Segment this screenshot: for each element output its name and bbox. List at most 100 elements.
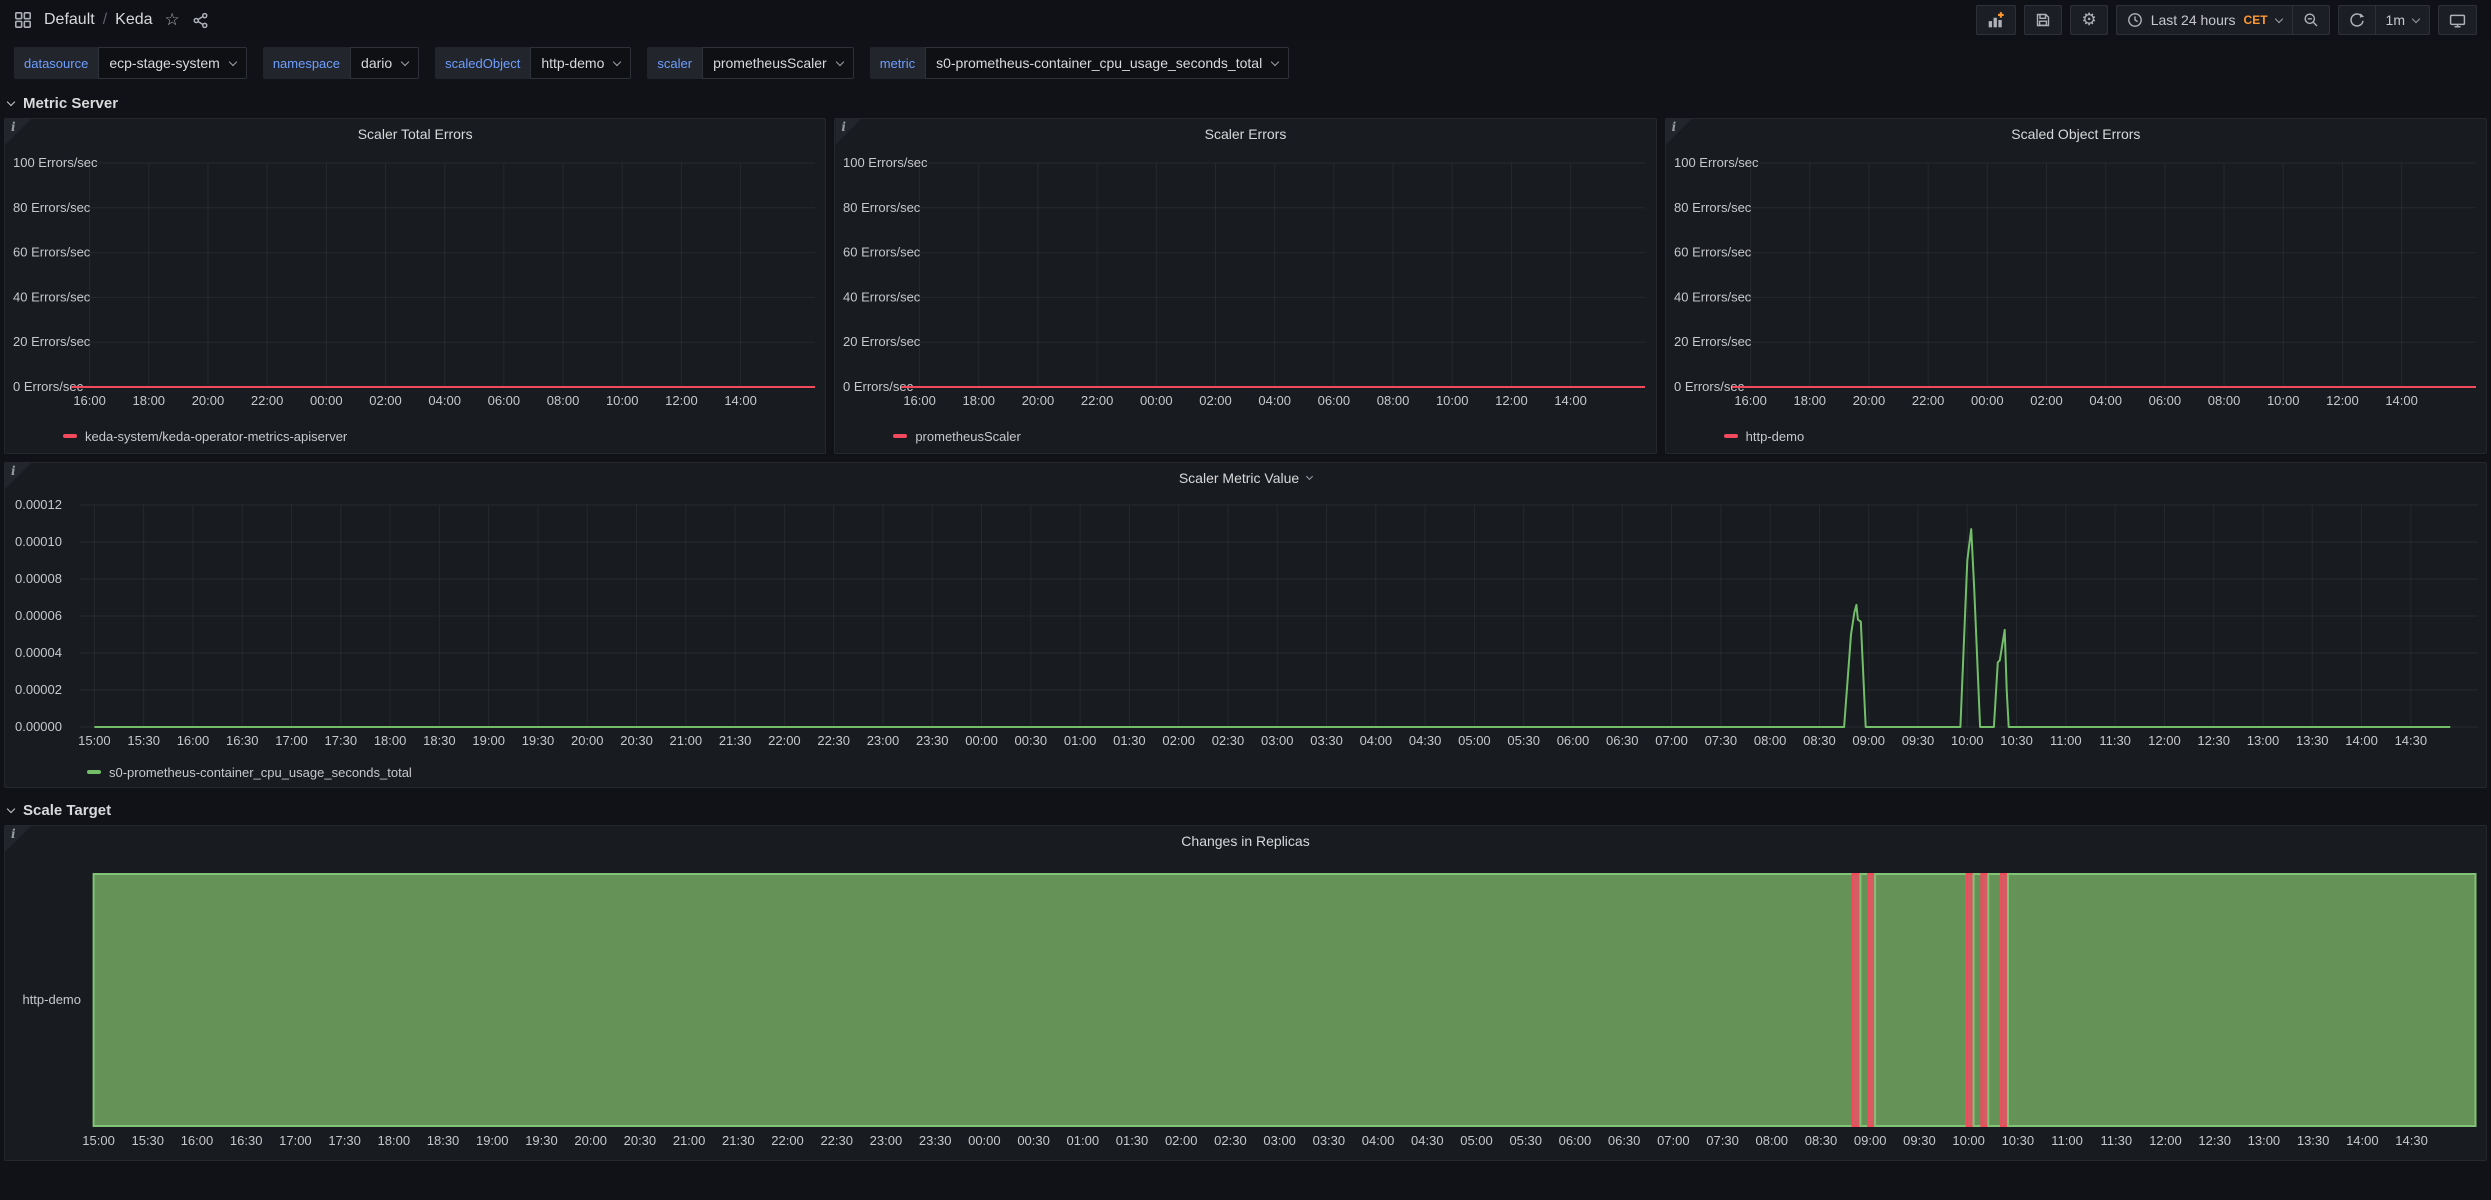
svg-text:00:00: 00:00 (968, 1133, 1001, 1148)
breadcrumb-folder[interactable]: Default (44, 11, 95, 29)
legend-series-name: http-demo (1746, 429, 1805, 444)
svg-text:07:00: 07:00 (1657, 1133, 1690, 1148)
svg-text:04:00: 04:00 (1360, 733, 1393, 748)
svg-text:14:00: 14:00 (724, 393, 757, 408)
svg-text:80 Errors/sec: 80 Errors/sec (843, 200, 921, 215)
svg-text:04:00: 04:00 (1259, 393, 1292, 408)
info-icon: i (11, 827, 16, 841)
time-range-label: Last 24 hours (2151, 12, 2236, 28)
panel-title[interactable]: Scaler Total Errors (5, 119, 825, 149)
refresh-interval-label: 1m (2386, 12, 2405, 28)
chevron-down-icon (7, 805, 15, 813)
refresh-interval-picker[interactable]: 1m (2386, 6, 2419, 34)
time-range-picker[interactable]: Last 24 hours CET (2127, 6, 2282, 34)
svg-text:20:30: 20:30 (624, 1133, 657, 1148)
svg-text:02:00: 02:00 (369, 393, 402, 408)
svg-text:13:00: 13:00 (2247, 733, 2280, 748)
chevron-down-icon (7, 98, 15, 106)
svg-text:19:00: 19:00 (472, 733, 505, 748)
variable-scaledobject[interactable]: scaledObject http-demo (435, 47, 631, 79)
svg-text:40 Errors/sec: 40 Errors/sec (1674, 289, 1752, 304)
changes-in-replicas-timeline[interactable]: 15:0015:3016:0016:3017:0017:3018:0018:30… (5, 856, 2486, 1160)
svg-text:01:30: 01:30 (1116, 1133, 1149, 1148)
save-dashboard-button[interactable] (2024, 5, 2062, 35)
variable-value: ecp-stage-system (109, 55, 219, 71)
svg-text:0.00008: 0.00008 (15, 571, 62, 586)
svg-text:05:00: 05:00 (1458, 733, 1491, 748)
apps-icon[interactable] (14, 11, 32, 29)
svg-text:23:00: 23:00 (867, 733, 900, 748)
svg-text:02:00: 02:00 (1200, 393, 1233, 408)
variable-metric[interactable]: metric s0-prometheus-container_cpu_usage… (870, 47, 1290, 79)
add-panel-button[interactable] (1976, 5, 2016, 35)
row-header-metric-server[interactable]: Metric Server (0, 89, 2491, 118)
panel-title[interactable]: Scaler Metric Value (5, 463, 2486, 493)
svg-text:07:30: 07:30 (1705, 733, 1738, 748)
legend-item[interactable]: keda-system/keda-operator-metrics-apiser… (5, 421, 825, 451)
svg-text:100 Errors/sec: 100 Errors/sec (843, 155, 928, 170)
tv-mode-button[interactable] (2438, 5, 2477, 35)
svg-text:13:30: 13:30 (2296, 733, 2329, 748)
share-icon[interactable] (192, 12, 209, 29)
chevron-down-icon (613, 57, 621, 65)
svg-text:00:00: 00:00 (1140, 393, 1173, 408)
svg-text:02:30: 02:30 (1212, 733, 1245, 748)
star-icon[interactable]: ☆ (165, 12, 180, 29)
zoom-out-time-button[interactable] (2303, 6, 2319, 34)
scaler-total-errors-chart[interactable]: 100 Errors/sec80 Errors/sec60 Errors/sec… (5, 149, 825, 421)
svg-text:18:30: 18:30 (427, 1133, 460, 1148)
svg-text:12:00: 12:00 (1495, 393, 1528, 408)
panel-title[interactable]: Scaled Object Errors (1666, 119, 2486, 149)
svg-text:23:00: 23:00 (870, 1133, 903, 1148)
svg-text:0.00000: 0.00000 (15, 719, 62, 734)
chevron-down-icon (2274, 14, 2282, 22)
svg-text:07:00: 07:00 (1655, 733, 1688, 748)
svg-text:04:00: 04:00 (428, 393, 461, 408)
svg-text:16:00: 16:00 (73, 393, 106, 408)
panel-title[interactable]: Scaler Errors (835, 119, 1655, 149)
svg-text:06:30: 06:30 (1608, 1133, 1641, 1148)
variable-namespace[interactable]: namespace dario (263, 47, 419, 79)
svg-text:21:30: 21:30 (719, 733, 752, 748)
svg-text:01:30: 01:30 (1113, 733, 1146, 748)
breadcrumb-dashboard[interactable]: Keda (115, 11, 152, 29)
svg-text:08:30: 08:30 (1805, 1133, 1838, 1148)
legend-item[interactable]: http-demo (1666, 421, 2486, 451)
svg-text:03:00: 03:00 (1263, 1133, 1296, 1148)
svg-text:10:00: 10:00 (1436, 393, 1469, 408)
variable-datasource[interactable]: datasource ecp-stage-system (14, 47, 247, 79)
svg-text:08:00: 08:00 (1754, 733, 1787, 748)
svg-text:12:30: 12:30 (2197, 733, 2230, 748)
refresh-icon (2349, 12, 2365, 28)
svg-text:60 Errors/sec: 60 Errors/sec (13, 245, 91, 260)
svg-text:06:00: 06:00 (2148, 393, 2181, 408)
dashboard-settings-button[interactable]: ⚙ (2070, 5, 2107, 35)
svg-text:0.00012: 0.00012 (15, 497, 62, 512)
scaler-errors-chart[interactable]: 100 Errors/sec80 Errors/sec60 Errors/sec… (835, 149, 1655, 421)
legend-item[interactable]: s0-prometheus-container_cpu_usage_second… (5, 757, 2486, 787)
variable-label: datasource (14, 47, 98, 79)
refresh-button[interactable] (2349, 6, 2365, 34)
svg-text:20:00: 20:00 (574, 1133, 607, 1148)
svg-text:02:30: 02:30 (1214, 1133, 1247, 1148)
scaled-object-errors-chart[interactable]: 100 Errors/sec80 Errors/sec60 Errors/sec… (1666, 149, 2486, 421)
add-panel-icon (1987, 11, 2005, 29)
variable-value: dario (361, 55, 392, 71)
svg-text:06:30: 06:30 (1606, 733, 1639, 748)
info-icon: i (841, 120, 846, 134)
variable-scaler[interactable]: scaler prometheusScaler (647, 47, 853, 79)
svg-text:15:30: 15:30 (131, 1133, 164, 1148)
scaler-metric-value-chart[interactable]: 0.000120.000100.000080.000060.000040.000… (5, 493, 2486, 757)
svg-text:18:00: 18:00 (133, 393, 166, 408)
row-header-scale-target[interactable]: Scale Target (0, 796, 2491, 825)
variable-label: namespace (263, 47, 350, 79)
svg-text:13:00: 13:00 (2248, 1133, 2281, 1148)
zoom-out-icon (2303, 12, 2319, 28)
svg-text:18:00: 18:00 (1793, 393, 1826, 408)
svg-text:18:00: 18:00 (963, 393, 996, 408)
svg-text:40 Errors/sec: 40 Errors/sec (13, 289, 91, 304)
panel-title[interactable]: Changes in Replicas (5, 826, 2486, 856)
legend-item[interactable]: prometheusScaler (835, 421, 1655, 451)
svg-text:20:00: 20:00 (1852, 393, 1885, 408)
svg-text:22:00: 22:00 (1081, 393, 1114, 408)
